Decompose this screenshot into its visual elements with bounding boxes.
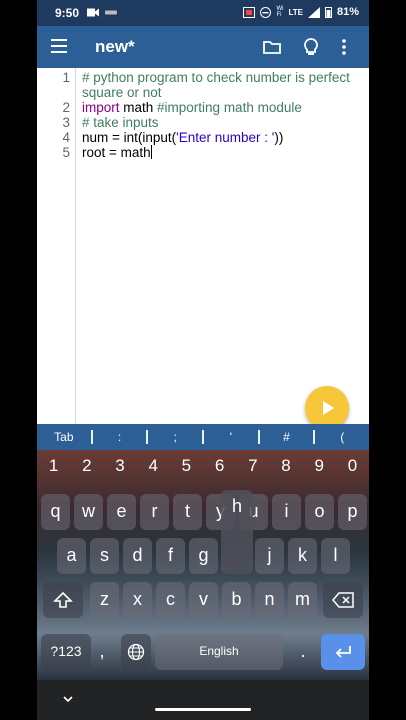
key-6[interactable]: 6 bbox=[203, 456, 236, 476]
video-icon bbox=[87, 8, 99, 17]
symbol-paren[interactable]: ( bbox=[315, 430, 369, 444]
key-f[interactable]: f bbox=[156, 538, 185, 574]
symbols-key[interactable]: ?123 bbox=[41, 634, 91, 670]
key-j[interactable]: j bbox=[255, 538, 284, 574]
symbol-semicolon[interactable]: ; bbox=[148, 430, 202, 444]
space-bar[interactable]: English bbox=[155, 634, 283, 670]
key-z[interactable]: z bbox=[90, 582, 119, 618]
key-3[interactable]: 3 bbox=[103, 456, 136, 476]
battery-icon bbox=[324, 7, 332, 18]
chevron-down-icon[interactable] bbox=[63, 694, 73, 704]
key-n[interactable]: n bbox=[255, 582, 284, 618]
number-row: 1 2 3 4 5 6 7 8 9 0 bbox=[37, 456, 369, 476]
language-key[interactable] bbox=[121, 634, 151, 670]
network-type: LTE bbox=[288, 7, 303, 17]
app-bar: new* bbox=[37, 26, 369, 68]
line-number: 1 bbox=[62, 70, 70, 85]
keyword-import: import bbox=[82, 100, 120, 115]
signal-icon bbox=[307, 6, 320, 18]
status-bar: 9:50 Wi Fi LTE 81% bbox=[37, 0, 369, 26]
text-cursor bbox=[150, 145, 152, 159]
line-number: 3 bbox=[62, 115, 70, 130]
key-0[interactable]: 0 bbox=[336, 456, 369, 476]
key-i[interactable]: i bbox=[272, 494, 301, 530]
period-key[interactable]: . bbox=[289, 634, 317, 670]
code-assignment: root = math bbox=[82, 145, 151, 160]
key-1[interactable]: 1 bbox=[37, 456, 70, 476]
backspace-key[interactable] bbox=[323, 582, 363, 618]
dnd-icon bbox=[260, 6, 272, 18]
code-text: root = math bbox=[82, 145, 152, 160]
shift-icon bbox=[53, 591, 73, 608]
key-q[interactable]: q bbox=[41, 494, 70, 530]
key-m[interactable]: m bbox=[288, 582, 317, 618]
enter-icon bbox=[335, 646, 351, 658]
soft-keyboard: 1 2 3 4 5 6 7 8 9 0 q w e r t y u i o p … bbox=[37, 450, 369, 680]
key-s[interactable]: s bbox=[90, 538, 119, 574]
code-text: num = int(input('Enter number : ')) bbox=[82, 130, 283, 145]
key-r[interactable]: r bbox=[140, 494, 169, 530]
hamburger-menu-icon[interactable] bbox=[51, 39, 67, 53]
key-k[interactable]: k bbox=[288, 538, 317, 574]
symbol-bar: Tab : ; ' # ( bbox=[37, 424, 369, 450]
code-call: num = int(input( bbox=[82, 130, 177, 145]
line-number: 5 bbox=[62, 145, 70, 160]
backspace-icon bbox=[332, 592, 354, 608]
code-text: import math #importing math module bbox=[82, 100, 302, 115]
key-9[interactable]: 9 bbox=[303, 456, 336, 476]
key-b[interactable]: b bbox=[222, 582, 251, 618]
key-v[interactable]: v bbox=[189, 582, 218, 618]
code-comment: #importing math module bbox=[157, 100, 302, 115]
code-comment-wrap: square or not bbox=[82, 85, 162, 100]
key-4[interactable]: 4 bbox=[137, 456, 170, 476]
code-close: )) bbox=[274, 130, 284, 145]
key-w[interactable]: w bbox=[74, 494, 103, 530]
more-options-icon[interactable] bbox=[340, 37, 348, 57]
navigation-bar bbox=[37, 680, 369, 720]
module-name: math bbox=[119, 100, 158, 115]
key-o[interactable]: o bbox=[305, 494, 334, 530]
key-c[interactable]: c bbox=[156, 582, 185, 618]
code-comment: # take inputs bbox=[82, 115, 159, 130]
key-x[interactable]: x bbox=[123, 582, 152, 618]
line-number: 4 bbox=[62, 130, 70, 145]
battery-percent: 81% bbox=[336, 6, 359, 18]
home-gesture-pill[interactable] bbox=[155, 708, 251, 711]
file-title: new* bbox=[95, 37, 135, 56]
symbol-hash[interactable]: # bbox=[260, 430, 314, 444]
code-comment: # python program to check number is perf… bbox=[82, 70, 350, 85]
shift-key[interactable] bbox=[43, 582, 83, 618]
key-a[interactable]: a bbox=[57, 538, 86, 574]
status-time: 9:50 bbox=[55, 6, 80, 20]
folder-icon[interactable] bbox=[262, 37, 282, 57]
phone-screen: 9:50 Wi Fi LTE 81% new* 1 # python progr… bbox=[37, 0, 369, 720]
symbol-tab[interactable]: Tab bbox=[37, 430, 91, 444]
key-e[interactable]: e bbox=[107, 494, 136, 530]
key-l[interactable]: l bbox=[321, 538, 350, 574]
key-d[interactable]: d bbox=[123, 538, 152, 574]
key-h-popup[interactable]: h bbox=[221, 490, 253, 574]
wifi-calling-icon: Wi Fi bbox=[276, 6, 284, 18]
key-8[interactable]: 8 bbox=[269, 456, 302, 476]
key-7[interactable]: 7 bbox=[236, 456, 269, 476]
notification-icon bbox=[105, 10, 117, 15]
globe-icon bbox=[127, 643, 145, 661]
key-p[interactable]: p bbox=[338, 494, 367, 530]
comma-key[interactable]: , bbox=[93, 634, 111, 670]
code-editor[interactable]: 1 # python program to check number is pe… bbox=[37, 68, 369, 430]
key-g[interactable]: g bbox=[189, 538, 218, 574]
key-5[interactable]: 5 bbox=[170, 456, 203, 476]
cast-icon bbox=[243, 6, 256, 18]
line-number: 2 bbox=[62, 100, 70, 115]
enter-key[interactable] bbox=[321, 634, 365, 670]
key-2[interactable]: 2 bbox=[70, 456, 103, 476]
symbol-quote[interactable]: ' bbox=[204, 430, 258, 444]
key-t[interactable]: t bbox=[173, 494, 202, 530]
string-literal: 'Enter number : ' bbox=[176, 130, 275, 145]
symbol-colon[interactable]: : bbox=[93, 430, 147, 444]
lightbulb-icon[interactable] bbox=[301, 37, 321, 57]
